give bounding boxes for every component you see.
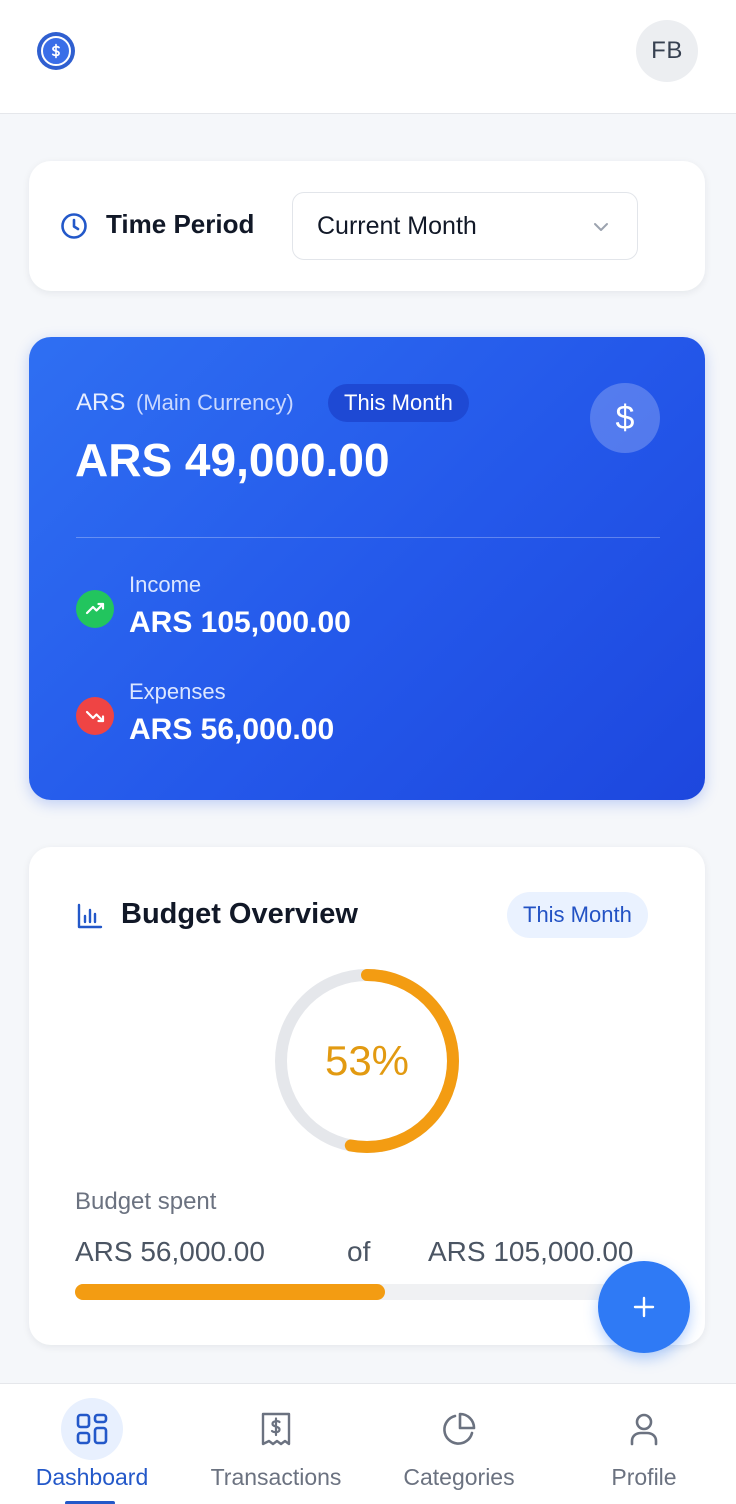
grid-icon (76, 1413, 108, 1445)
time-period-select[interactable]: Current Month (292, 192, 638, 260)
plus-icon (633, 1296, 655, 1318)
trending-down-icon (76, 697, 114, 735)
nav-transactions-label: Transactions (210, 1464, 342, 1490)
budget-spent-value: ARS 56,000.00 (75, 1236, 265, 1267)
dollar-icon: $ (590, 383, 660, 453)
trending-up-icon (76, 590, 114, 628)
balance-amount: ARS 49,000.00 (75, 434, 390, 486)
chevron-down-icon (594, 223, 608, 231)
currency-code: ARS (76, 389, 126, 416)
bar-chart-icon (77, 903, 103, 929)
nav-profile-label: Profile (611, 1464, 677, 1490)
budget-overview-card: Budget Overview This Month 53% Budget sp… (29, 847, 705, 1345)
app-header: FB (0, 0, 736, 114)
balance-card: ARS (Main Currency) This Month $ ARS 49,… (29, 337, 705, 800)
budget-percent: 53% (324, 1037, 410, 1084)
bottom-navigation: Dashboard Transactions Categories Profil… (0, 1383, 736, 1504)
budget-period-badge: This Month (507, 892, 648, 938)
nav-categories-label: Categories (403, 1464, 515, 1490)
budget-of-text: of (347, 1236, 371, 1267)
expenses-value: ARS 56,000.00 (129, 713, 335, 746)
add-transaction-button[interactable] (598, 1261, 690, 1353)
budget-total-value: ARS 105,000.00 (428, 1236, 634, 1267)
nav-categories[interactable]: Categories (367, 1384, 551, 1504)
income-value: ARS 105,000.00 (129, 606, 351, 639)
nav-dashboard[interactable]: Dashboard (0, 1384, 184, 1504)
clock-icon (61, 213, 87, 239)
time-period-card: Time Period Current Month (29, 161, 705, 291)
dollar-coin-icon[interactable] (37, 32, 75, 70)
budget-progress-fill (75, 1284, 385, 1300)
nav-profile[interactable]: Profile (552, 1384, 736, 1504)
time-period-value: Current Month (317, 212, 477, 240)
budget-spent-label: Budget spent (75, 1188, 217, 1215)
expenses-label: Expenses (129, 679, 226, 704)
divider (76, 537, 660, 538)
nav-transactions[interactable]: Transactions (184, 1384, 368, 1504)
budget-title: Budget Overview (121, 898, 358, 930)
balance-period-badge: This Month (328, 384, 469, 422)
time-period-label: Time Period (106, 209, 255, 239)
budget-progress-bar (75, 1284, 659, 1300)
avatar[interactable]: FB (636, 20, 698, 82)
receipt-icon (261, 1412, 291, 1446)
currency-note: (Main Currency) (136, 390, 294, 415)
nav-dashboard-label: Dashboard (35, 1464, 149, 1490)
pie-chart-icon (443, 1412, 476, 1445)
user-icon (630, 1413, 658, 1446)
income-label: Income (129, 572, 202, 597)
